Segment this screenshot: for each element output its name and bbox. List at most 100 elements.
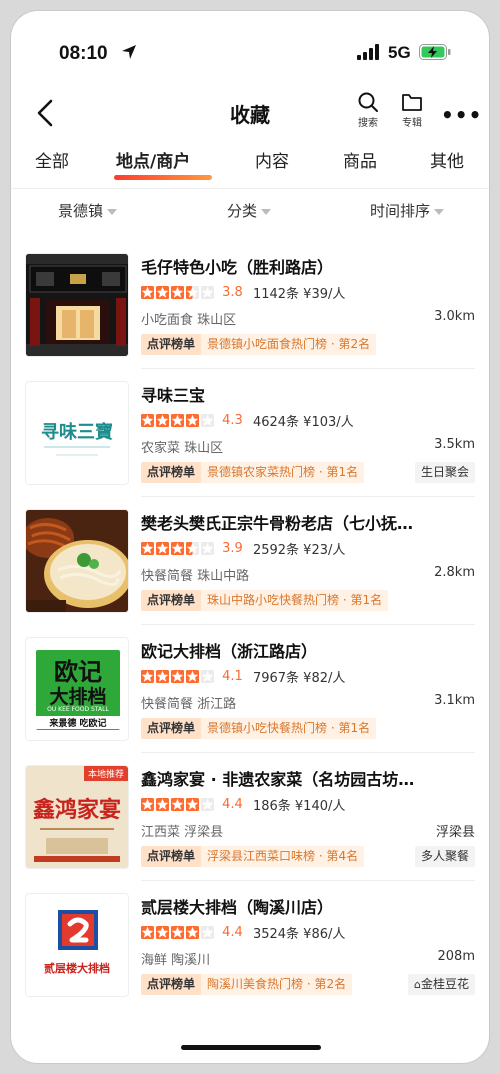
more-icon[interactable]: ••• xyxy=(441,103,482,127)
local-recommend-badge: 本地推荐 xyxy=(83,766,128,781)
album-button[interactable]: 专辑 xyxy=(392,91,432,129)
rating-score: 3.8 xyxy=(222,285,243,300)
star-icon xyxy=(171,798,184,811)
star-icon xyxy=(141,542,154,555)
rating-row: 4.4 3524条 ¥86/人 xyxy=(141,923,345,942)
poster-banner xyxy=(34,856,120,862)
city-filter[interactable]: 景德镇 xyxy=(58,200,118,221)
star-icon xyxy=(201,926,214,939)
tab-products[interactable]: 商品 xyxy=(343,147,377,172)
star-icon xyxy=(201,414,214,427)
search-button[interactable]: 搜索 xyxy=(348,91,388,129)
category-filter[interactable]: 分类 xyxy=(227,200,272,221)
rank-text: 陶溪川美食热门榜 · 第2名 xyxy=(201,974,353,995)
rank-text: 景德镇小吃面食热门榜 · 第2名 xyxy=(201,334,377,355)
category-filter-label: 分类 xyxy=(227,202,258,220)
list-item[interactable]: 欧记 大排档 OU KEE FOOD STALL 来景德 吃欧记 欧记大排档（浙… xyxy=(11,625,489,753)
tab-places[interactable]: 地点/商户 xyxy=(116,147,190,172)
filter-bar: 景德镇 分类 时间排序 xyxy=(11,197,489,237)
signal-icon xyxy=(357,44,379,60)
logo-underline xyxy=(56,454,98,456)
star-icon xyxy=(156,286,169,299)
tab-other[interactable]: 其他 xyxy=(430,147,464,172)
star-icon xyxy=(186,286,199,299)
divider xyxy=(11,188,489,189)
star-icon xyxy=(156,798,169,811)
list-item[interactable]: 毛仔特色小吃（胜利路店） 3.8 1142条 ¥39/人 小吃面食 珠山区 3.… xyxy=(11,241,489,369)
star-icon xyxy=(156,670,169,683)
restaurant-name: 寻味三宝 xyxy=(141,386,206,405)
star-icon xyxy=(201,798,214,811)
phone-screen: 08:10 5G 收藏 搜索 专辑 ••• 全部 地点/商户 内容 商品 其他 … xyxy=(10,10,490,1064)
list-item[interactable]: 贰层楼大排档 贰层楼大排档（陶溪川店） 4.4 3524条 ¥86/人 海鲜 陶… xyxy=(11,881,489,1009)
ranking-tag[interactable]: 点评榜单 陶溪川美食热门榜 · 第2名 xyxy=(141,974,353,996)
star-rating xyxy=(141,926,214,939)
rating-score: 4.4 xyxy=(222,797,243,812)
rating-score: 4.3 xyxy=(222,413,243,428)
star-rating xyxy=(141,542,214,555)
network-type: 5G xyxy=(388,43,411,62)
restaurant-name: 鑫鸿家宴 · 非遗农家菜（名坊园古坊… xyxy=(141,770,415,789)
rating-score: 3.9 xyxy=(222,541,243,556)
tab-all[interactable]: 全部 xyxy=(35,147,69,172)
list-item[interactable]: 本地推荐 鑫鸿家宴 鑫鸿家宴 · 非遗农家菜（名坊园古坊… 4.4 186条 ¥… xyxy=(11,753,489,881)
distance: 3.0km xyxy=(434,309,475,324)
logo-underline xyxy=(44,446,110,448)
ranking-tag[interactable]: 点评榜单 浮梁县江西菜口味榜 · 第4名 xyxy=(141,846,365,868)
restaurant-name: 毛仔特色小吃（胜利路店） xyxy=(141,258,334,277)
list-item[interactable]: 寻味三寶 寻味三宝 4.3 4624条 ¥103/人 农家菜 珠山区 3.5km… xyxy=(11,369,489,497)
list-item[interactable]: 樊老头樊氏正宗牛骨粉老店（七小抚… 3.9 2592条 ¥23/人 快餐简餐 珠… xyxy=(11,497,489,625)
star-rating xyxy=(141,670,214,683)
category-area: 小吃面食 珠山区 xyxy=(141,313,237,328)
star-icon xyxy=(141,926,154,939)
sort-filter[interactable]: 时间排序 xyxy=(370,200,445,221)
logo-text: 寻味三寶 xyxy=(41,422,113,443)
logo-line2: 大排档 xyxy=(49,686,107,708)
rating-row: 3.8 1142条 ¥39/人 xyxy=(141,283,346,302)
star-icon xyxy=(156,414,169,427)
rank-text: 珠山中路小吃快餐热门榜 · 第1名 xyxy=(201,590,389,611)
category-tabs: 全部 地点/商户 内容 商品 其他 xyxy=(11,147,489,187)
star-icon xyxy=(171,926,184,939)
nav-header: 收藏 搜索 专辑 ••• xyxy=(11,91,489,147)
tab-content[interactable]: 内容 xyxy=(255,147,289,172)
star-icon xyxy=(156,926,169,939)
restaurant-logo: 寻味三寶 xyxy=(25,381,129,485)
rank-text: 浮梁县江西菜口味榜 · 第4名 xyxy=(201,846,365,867)
restaurant-name: 贰层楼大排档（陶溪川店） xyxy=(141,898,334,917)
city-filter-label: 景德镇 xyxy=(58,202,104,220)
rating-row: 4.3 4624条 ¥103/人 xyxy=(141,411,354,430)
restaurant-photo xyxy=(25,509,129,613)
category-area: 农家菜 珠山区 xyxy=(141,441,224,456)
ranking-tag[interactable]: 点评榜单 珠山中路小吃快餐热门榜 · 第1名 xyxy=(141,590,389,612)
rank-badge: 点评榜单 xyxy=(141,846,202,867)
restaurant-poster: 本地推荐 鑫鸿家宴 xyxy=(25,765,129,869)
distance: 3.5km xyxy=(434,437,475,452)
feature-tag: 多人聚餐 xyxy=(414,846,475,867)
ranking-tag[interactable]: 点评榜单 景德镇农家菜热门榜 · 第1名 xyxy=(141,462,365,484)
distance: 浮梁县 xyxy=(435,825,475,840)
ranking-tag[interactable]: 点评榜单 景德镇小吃面食热门榜 · 第2名 xyxy=(141,334,377,356)
home-indicator[interactable] xyxy=(181,1045,321,1050)
active-tab-indicator xyxy=(114,175,212,180)
star-rating xyxy=(141,798,214,811)
battery-charging-icon xyxy=(419,44,451,60)
rank-badge: 点评榜单 xyxy=(141,334,202,355)
star-icon xyxy=(201,286,214,299)
star-icon xyxy=(186,670,199,683)
category-area: 江西菜 浮梁县 xyxy=(141,825,224,840)
search-label: 搜索 xyxy=(358,118,378,129)
distance: 2.8km xyxy=(434,565,475,580)
star-icon xyxy=(141,414,154,427)
review-count-price: 186条 ¥140/人 xyxy=(252,799,346,814)
star-icon xyxy=(201,542,214,555)
noodle-bowl-image xyxy=(26,510,128,612)
category-area: 快餐简餐 浙江路 xyxy=(141,697,237,712)
restaurant-name: 樊老头樊氏正宗牛骨粉老店（七小抚… xyxy=(141,514,414,533)
status-time: 08:10 xyxy=(59,43,108,64)
star-icon xyxy=(141,798,154,811)
star-icon xyxy=(141,286,154,299)
restaurant-name: 欧记大排档（浙江路店） xyxy=(141,642,318,661)
ranking-tag[interactable]: 点评榜单 景德镇小吃快餐热门榜 · 第1名 xyxy=(141,718,377,740)
review-count-price: 1142条 ¥39/人 xyxy=(252,287,346,302)
